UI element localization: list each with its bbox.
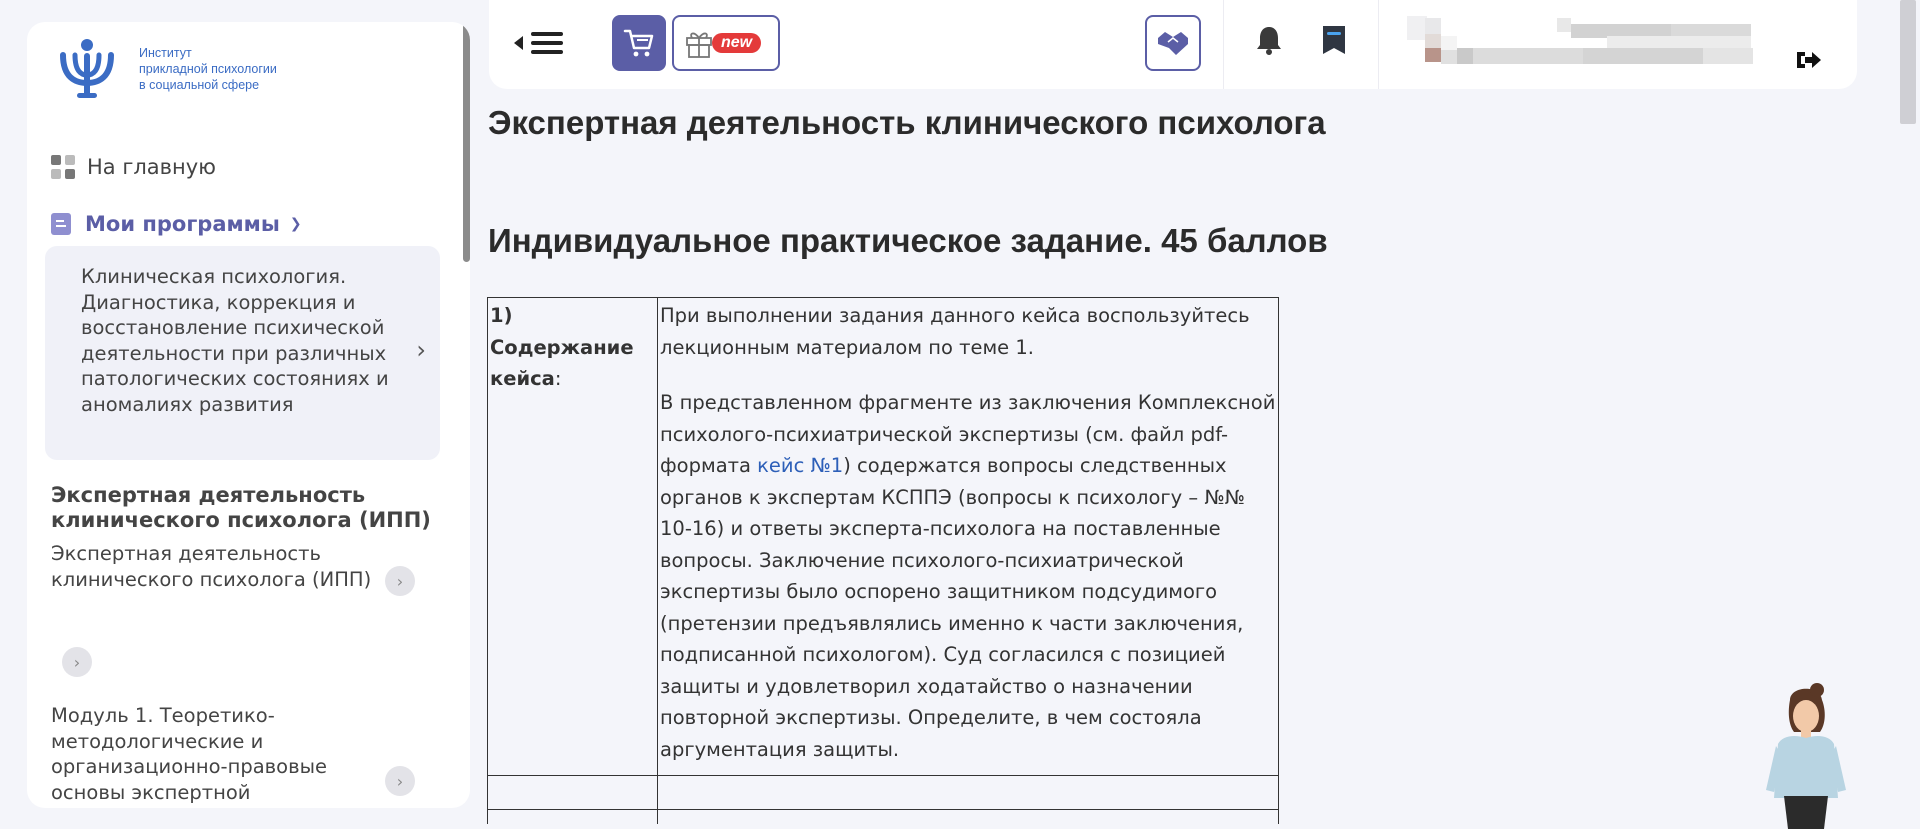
empty-cell — [657, 809, 1279, 824]
case-paragraph-1: При выполнении задания данного кейса вос… — [660, 304, 1250, 359]
nav-home-link[interactable]: На главную — [51, 155, 216, 179]
page-scrollbar[interactable] — [1898, 0, 1920, 829]
expand-arrow-icon[interactable]: › — [385, 766, 415, 796]
logout-button[interactable] — [1795, 48, 1823, 76]
notifications-button[interactable] — [1254, 24, 1284, 60]
sidebar-scrollbar[interactable] — [463, 22, 470, 808]
course-section-title: Экспертная деятельность клинического пси… — [51, 483, 431, 532]
chevron-down-icon: ❯ — [289, 216, 302, 232]
nav-home-label: На главную — [87, 155, 216, 179]
assistant-character-icon — [1766, 683, 1846, 829]
handshake-icon — [1158, 32, 1188, 55]
sidebar: Институт прикладной психологии в социаль… — [27, 22, 470, 808]
divider — [1223, 0, 1224, 89]
partner-button[interactable] — [1145, 15, 1201, 71]
assistant-avatar[interactable] — [1760, 680, 1850, 829]
message-icon — [1323, 26, 1345, 54]
table-row — [487, 775, 1279, 810]
new-badge: new — [712, 33, 762, 53]
divider — [1378, 0, 1379, 89]
case-paragraph-2-end: ) содержатся вопросы следственных органо… — [660, 454, 1245, 761]
dashboard-grid-icon — [51, 155, 75, 179]
case-file-link[interactable]: кейс №1 — [757, 454, 843, 477]
table-row — [487, 809, 1279, 824]
task-table: 1) Содержание кейса: При выполнении зада… — [487, 297, 1279, 824]
sidebar-item-course[interactable]: Экспертная деятельность клинического пси… — [51, 541, 381, 592]
case-label-cell: 1) Содержание кейса: — [487, 297, 658, 776]
gift-icon — [686, 32, 712, 58]
page-title: Экспертная деятельность клинического пси… — [488, 104, 1326, 141]
hamburger-icon — [531, 27, 563, 59]
user-profile-blurred[interactable] — [1407, 8, 1792, 78]
blurred-user-info — [1407, 16, 1753, 64]
logo-line-2: прикладной психологии — [139, 62, 277, 76]
page-scrollbar-thumb[interactable] — [1900, 0, 1916, 124]
institute-logo[interactable]: Институт прикладной психологии в социаль… — [55, 37, 277, 101]
case-label: 1) Содержание кейса — [490, 304, 634, 390]
top-bar: new — [489, 0, 1857, 89]
logo-psi-icon — [60, 39, 114, 98]
empty-cell — [487, 809, 658, 824]
case-paragraph-2: В представленном фрагменте из заключения… — [660, 387, 1276, 765]
document-icon — [51, 213, 71, 235]
program-card-title: Клиническая психология. Диагностика, кор… — [81, 265, 389, 416]
case-text-cell: При выполнении задания данного кейса вос… — [657, 297, 1279, 776]
sidebar-scrollbar-thumb[interactable] — [463, 22, 470, 262]
nav-programs-label: Мои программы — [85, 212, 280, 236]
gift-button[interactable]: new — [672, 15, 780, 71]
expand-arrow-icon[interactable]: › — [62, 647, 92, 677]
task-title: Индивидуальное практическое задание. 45 … — [488, 222, 1328, 259]
chevron-right-icon: › — [416, 336, 426, 364]
case-label-suffix: : — [554, 367, 562, 390]
logo-line-1: Институт — [139, 46, 192, 60]
messages-button[interactable] — [1321, 24, 1347, 60]
sidebar-item-module-1[interactable]: Модуль 1. Теоретико-методологические и о… — [51, 703, 381, 805]
empty-cell — [487, 775, 658, 810]
logo-line-3: в социальной сфере — [139, 78, 260, 92]
cart-icon — [623, 29, 654, 57]
table-row: 1) Содержание кейса: При выполнении зада… — [487, 297, 1279, 776]
empty-cell — [657, 775, 1279, 810]
logo-text: Институт прикладной психологии в социаль… — [139, 45, 277, 93]
bell-icon — [1257, 27, 1281, 55]
menu-toggle-button[interactable] — [514, 27, 563, 59]
program-card[interactable]: Клиническая психология. Диагностика, кор… — [45, 246, 440, 460]
nav-my-programs[interactable]: Мои программы ❯ — [51, 212, 302, 236]
collapse-arrow-icon — [514, 36, 523, 50]
logout-icon — [1797, 52, 1821, 68]
expand-arrow-icon[interactable]: › — [385, 566, 415, 596]
cart-button[interactable] — [612, 15, 666, 71]
